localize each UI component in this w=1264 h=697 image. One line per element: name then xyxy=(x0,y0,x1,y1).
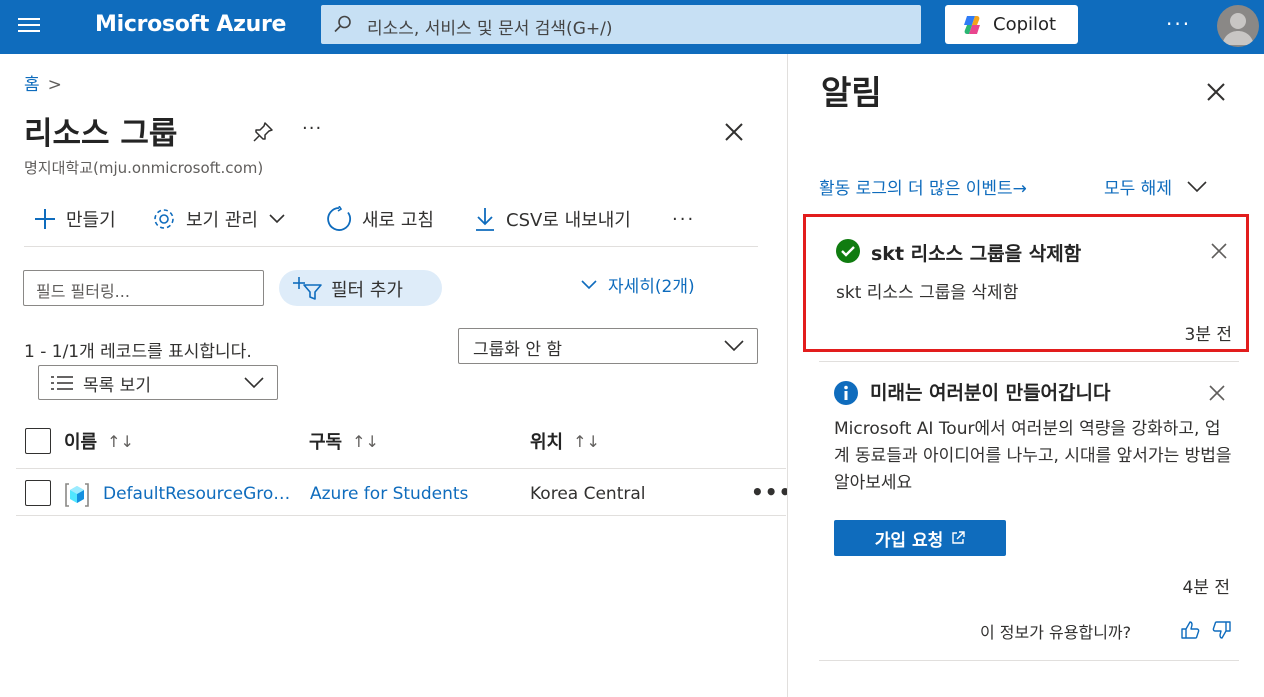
gear-icon xyxy=(154,209,174,229)
sort-icon[interactable]: ↑↓ xyxy=(573,432,600,451)
thumbs-down-icon[interactable] xyxy=(1212,620,1232,640)
brand-title[interactable]: Microsoft Azure xyxy=(95,12,286,37)
feedback-question: 이 정보가 유용합니까? xyxy=(980,623,1132,642)
export-csv-label: CSV로 내보내기 xyxy=(506,210,631,231)
row-checkbox[interactable] xyxy=(25,480,51,506)
view-select[interactable]: 목록 보기 xyxy=(38,365,278,400)
plus-icon xyxy=(35,209,55,229)
search-icon xyxy=(334,15,351,33)
chevron-down-icon[interactable] xyxy=(1186,180,1208,194)
activity-log-link[interactable]: 활동 로그의 더 많은 이벤트→ xyxy=(819,174,1027,199)
external-link-icon xyxy=(952,531,965,544)
dismiss-all-label: 모두 해제 xyxy=(1104,179,1172,199)
thumbs-up-icon[interactable] xyxy=(1180,620,1200,640)
sort-icon[interactable]: ↑↓ xyxy=(107,432,134,451)
add-filter-icon xyxy=(293,277,322,300)
notifications-panel: 알림 활동 로그의 더 많은 이벤트→ 모두 해제 skt 리소스 그룹을 삭제… xyxy=(787,54,1264,697)
refresh-icon xyxy=(327,206,351,231)
avatar[interactable] xyxy=(1217,5,1259,47)
breadcrumb-home-link[interactable]: 홈 xyxy=(24,75,40,95)
create-button[interactable]: 만들기 xyxy=(34,204,116,234)
add-filter-button[interactable]: 필터 추가 xyxy=(279,270,442,306)
toolbar-divider xyxy=(24,246,758,247)
subscription-link[interactable]: Azure for Students xyxy=(310,484,468,504)
filter-input[interactable]: 필드 필터링... xyxy=(23,270,264,306)
dismiss-icon[interactable] xyxy=(1210,242,1228,260)
copilot-label: Copilot xyxy=(993,14,1057,35)
details-toggle[interactable]: 자세히(2개) xyxy=(580,272,695,297)
view-value: 목록 보기 xyxy=(83,376,151,396)
notifications-title: 알림 xyxy=(821,73,882,112)
toolbar-more-icon[interactable]: ··· xyxy=(672,204,695,234)
sort-icon[interactable]: ↑↓ xyxy=(352,432,379,451)
manage-view-button[interactable]: 보기 관리 xyxy=(152,204,286,234)
column-header-subscription[interactable]: 구독 ↑↓ xyxy=(309,428,379,454)
chevron-down-icon xyxy=(269,214,285,224)
records-count: 1 - 1/1개 레코드를 표시합니다. xyxy=(24,342,252,362)
close-icon[interactable] xyxy=(1204,80,1228,104)
notification-body: skt 리소스 그룹을 삭제함 xyxy=(836,283,1019,303)
user-avatar-icon xyxy=(1222,13,1254,45)
column-name-label: 이름 xyxy=(64,432,98,453)
filter-placeholder: 필드 필터링... xyxy=(36,282,130,301)
dismiss-all-button[interactable]: 모두 해제 xyxy=(1104,174,1208,199)
row-divider xyxy=(16,515,786,516)
notification-body: Microsoft AI Tour에서 여러분의 역량을 강화하고, 업계 동료… xyxy=(834,419,1232,493)
chevron-right-icon: > xyxy=(47,75,62,95)
join-request-label: 가입 요청 xyxy=(874,530,944,551)
chevron-down-icon xyxy=(724,340,744,352)
copilot-button[interactable]: Copilot xyxy=(945,5,1078,44)
grouping-value: 그룹화 안 함 xyxy=(473,340,563,360)
chevron-down-icon xyxy=(581,279,597,289)
chevron-down-icon xyxy=(244,377,264,389)
global-search-input[interactable]: 리소스, 서비스 및 문서 검색(G+/) xyxy=(321,5,921,44)
notification-divider xyxy=(819,361,1239,362)
info-icon xyxy=(834,381,858,405)
notification-title: 미래는 여러분이 만들어갑니다 xyxy=(870,382,1111,404)
column-header-name[interactable]: 이름 ↑↓ xyxy=(64,428,134,454)
resource-group-name-link[interactable]: DefaultResourceGro… xyxy=(103,484,290,504)
column-subscription-label: 구독 xyxy=(309,432,343,453)
top-bar: Microsoft Azure 리소스, 서비스 및 문서 검색(G+/) Co… xyxy=(0,0,1264,54)
command-bar: 만들기 보기 관리 새로 고침 CSV로 내보내기 ··· xyxy=(24,204,758,234)
create-label: 만들기 xyxy=(66,210,116,231)
download-icon xyxy=(476,208,494,231)
page-title: 리소스 그룹 xyxy=(24,116,178,152)
notification-item-deleted[interactable]: skt 리소스 그룹을 삭제함 skt 리소스 그룹을 삭제함 3분 전 xyxy=(803,214,1249,352)
location-cell: Korea Central xyxy=(530,484,646,504)
close-icon[interactable] xyxy=(722,120,746,144)
more-options-icon[interactable]: ··· xyxy=(1166,12,1191,36)
column-header-location[interactable]: 위치 ↑↓ xyxy=(530,428,600,454)
export-csv-button[interactable]: CSV로 내보내기 xyxy=(474,204,631,234)
menu-icon[interactable] xyxy=(18,14,40,34)
grouping-select[interactable]: 그룹화 안 함 xyxy=(458,328,758,364)
add-filter-label: 필터 추가 xyxy=(331,280,403,301)
copilot-icon xyxy=(964,16,980,34)
notification-time: 3분 전 xyxy=(1184,325,1233,345)
success-check-icon xyxy=(836,239,860,263)
notification-divider xyxy=(819,660,1239,661)
breadcrumb: 홈 > xyxy=(24,70,62,95)
notification-time: 4분 전 xyxy=(1182,578,1231,598)
details-toggle-label: 자세히(2개) xyxy=(608,277,695,297)
search-placeholder: 리소스, 서비스 및 문서 검색(G+/) xyxy=(367,19,613,39)
title-more-icon[interactable]: ··· xyxy=(302,118,322,139)
notification-title: skt 리소스 그룹을 삭제함 xyxy=(871,243,1082,265)
column-location-label: 위치 xyxy=(530,432,564,453)
join-request-button[interactable]: 가입 요청 xyxy=(834,520,1006,556)
select-all-checkbox[interactable] xyxy=(25,428,51,454)
resource-group-icon xyxy=(65,483,89,507)
row-divider xyxy=(16,468,786,469)
tenant-subtitle: 명지대학교(mju.onmicrosoft.com) xyxy=(24,159,264,177)
list-view-icon xyxy=(51,376,73,390)
pin-icon[interactable] xyxy=(252,121,274,143)
manage-view-label: 보기 관리 xyxy=(186,210,258,231)
refresh-button[interactable]: 새로 고침 xyxy=(326,204,434,234)
refresh-label: 새로 고침 xyxy=(362,210,434,231)
dismiss-icon[interactable] xyxy=(1208,384,1226,402)
